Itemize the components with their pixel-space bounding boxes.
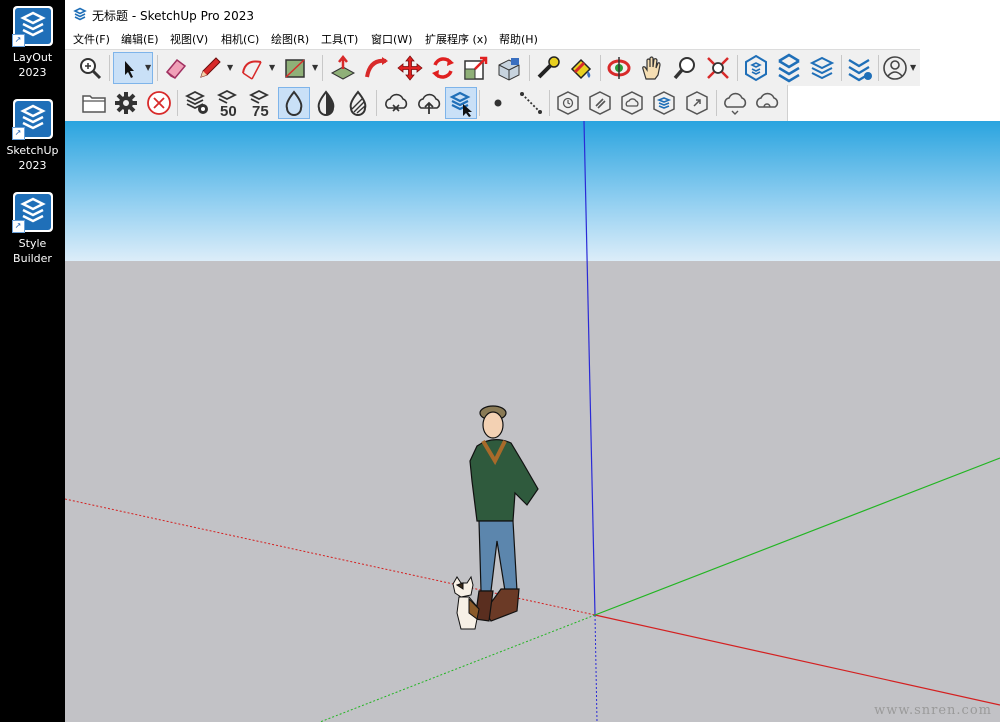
eraser-icon[interactable] bbox=[161, 53, 191, 83]
folder-open-icon[interactable] bbox=[79, 88, 109, 118]
main-toolbar: ▼ ▼ ▼ ▼ ▼ bbox=[65, 49, 920, 86]
menu-extensions[interactable]: 扩展程序 (x) bbox=[425, 31, 488, 47]
toolbar-separator bbox=[878, 55, 879, 81]
secondary-toolbar: 50 75 bbox=[65, 85, 788, 122]
desktop-icon-layout[interactable]: ↗ LayOut 2023 bbox=[0, 4, 65, 80]
opacity-50-icon[interactable]: 50 bbox=[214, 88, 244, 120]
box-cloud-icon[interactable] bbox=[617, 88, 647, 118]
menu-file[interactable]: 文件(F) bbox=[73, 31, 110, 47]
box-export-icon[interactable] bbox=[682, 88, 712, 118]
desktop-icon-sketchup[interactable]: ↗ SketchUp 2023 bbox=[0, 97, 65, 173]
pencil-dropdown-icon[interactable]: ▼ bbox=[227, 63, 234, 72]
toolbar-separator bbox=[549, 90, 550, 116]
sketchup-window: 无标题 - SketchUp Pro 2023 文件(F) 编辑(E) 视图(V… bbox=[65, 0, 1000, 722]
toolbar-separator bbox=[716, 90, 717, 116]
zoom-icon[interactable] bbox=[670, 53, 700, 83]
warehouse-icon[interactable] bbox=[741, 53, 771, 83]
3d-viewport[interactable]: www.snren.com bbox=[65, 121, 1000, 722]
opacity-50-label: 50 bbox=[220, 103, 237, 118]
sketchup-app-icon: ↗ bbox=[11, 97, 55, 141]
arc-dropdown-icon[interactable]: ▼ bbox=[269, 63, 276, 72]
menu-camera[interactable]: 相机(C) bbox=[221, 31, 259, 47]
push-pull-icon[interactable] bbox=[328, 53, 358, 83]
window-title: 无标题 - SketchUp Pro 2023 bbox=[92, 9, 254, 23]
desktop-icon-label: Style Builder bbox=[13, 237, 52, 265]
style-builder-app-icon: ↗ bbox=[11, 190, 55, 234]
rotate-icon[interactable] bbox=[428, 53, 458, 83]
box-history-icon[interactable] bbox=[553, 88, 583, 118]
follow-me-icon[interactable] bbox=[362, 53, 392, 83]
zoom-extents-icon[interactable] bbox=[75, 53, 105, 83]
desktop-icon-label-line2: 2023 bbox=[18, 159, 47, 172]
menu-edit[interactable]: 编辑(E) bbox=[121, 31, 159, 47]
menu-help[interactable]: 帮助(H) bbox=[499, 31, 538, 47]
scene-canvas bbox=[65, 121, 1000, 722]
cancel-circle-icon[interactable] bbox=[144, 88, 174, 118]
cloud-upload-icon[interactable] bbox=[414, 88, 444, 118]
pencil-icon[interactable] bbox=[195, 53, 225, 83]
account-icon[interactable] bbox=[880, 53, 910, 83]
box-sketchup-icon[interactable] bbox=[649, 88, 679, 118]
menu-window[interactable]: 窗口(W) bbox=[371, 31, 412, 47]
account-dropdown-icon[interactable]: ▼ bbox=[910, 63, 917, 72]
cloud-sync-icon[interactable] bbox=[720, 88, 750, 118]
toolbar-separator bbox=[157, 55, 158, 81]
drop-outline-icon[interactable] bbox=[278, 87, 310, 119]
paint-bucket-icon[interactable] bbox=[566, 53, 596, 83]
menu-draw[interactable]: 绘图(R) bbox=[271, 31, 309, 47]
desktop-area: ↗ LayOut 2023 ↗ SketchUp 2023 ↗ Style Bu… bbox=[0, 0, 65, 722]
gear-icon[interactable] bbox=[111, 88, 141, 118]
toolbar-separator bbox=[109, 55, 110, 81]
desktop-icon-style-builder[interactable]: ↗ Style Builder bbox=[0, 190, 65, 266]
box-tag-icon[interactable] bbox=[585, 88, 615, 118]
layout-app-icon: ↗ bbox=[11, 4, 55, 48]
arc-icon[interactable] bbox=[237, 53, 267, 83]
rectangle-icon[interactable] bbox=[280, 53, 310, 83]
striped-drop-icon[interactable] bbox=[343, 88, 373, 118]
extension-manager-icon[interactable] bbox=[845, 53, 875, 83]
toolbar-separator bbox=[600, 55, 601, 81]
zoom-window-icon[interactable] bbox=[703, 53, 733, 83]
point-icon[interactable] bbox=[483, 88, 513, 118]
cloud-delete-icon[interactable] bbox=[381, 88, 411, 118]
menu-tools[interactable]: 工具(T) bbox=[321, 31, 358, 47]
toolbar-separator bbox=[177, 90, 178, 116]
tape-measure-icon[interactable] bbox=[533, 53, 563, 83]
offset-icon[interactable] bbox=[494, 53, 524, 83]
title-bar[interactable]: 无标题 - SketchUp Pro 2023 bbox=[65, 0, 1000, 28]
scale-icon[interactable] bbox=[461, 53, 491, 83]
dotted-line-icon[interactable] bbox=[516, 88, 546, 118]
opacity-75-label: 75 bbox=[252, 103, 269, 118]
menu-view[interactable]: 视图(V) bbox=[170, 31, 208, 47]
orbit-icon[interactable] bbox=[604, 53, 634, 83]
move-icon[interactable] bbox=[395, 53, 425, 83]
half-drop-icon[interactable] bbox=[311, 88, 341, 118]
sketchup-logo-icon bbox=[72, 6, 88, 22]
sky bbox=[65, 121, 1000, 261]
opacity-75-icon[interactable]: 75 bbox=[246, 88, 276, 120]
send-to-layout-icon[interactable] bbox=[807, 53, 837, 83]
select-icon[interactable]: ▼ bbox=[113, 52, 153, 84]
extension-warehouse-icon[interactable] bbox=[774, 53, 804, 83]
layers-visibility-icon[interactable] bbox=[182, 88, 212, 118]
desktop-icon-label: LayOut 2023 bbox=[12, 51, 53, 79]
rectangle-dropdown-icon[interactable]: ▼ bbox=[312, 63, 319, 72]
menu-bar: 文件(F) 编辑(E) 视图(V) 相机(C) 绘图(R) 工具(T) 窗口(W… bbox=[65, 28, 1000, 48]
toolbar-separator bbox=[737, 55, 738, 81]
toolbar-separator bbox=[479, 90, 480, 116]
desktop-icon-label-line1: SketchUp bbox=[6, 144, 59, 157]
model-info-cursor-icon[interactable] bbox=[445, 87, 477, 119]
toolbar-separator bbox=[322, 55, 323, 81]
watermark: www.snren.com bbox=[874, 703, 992, 718]
pan-icon[interactable] bbox=[637, 53, 667, 83]
toolbar-separator bbox=[529, 55, 530, 81]
toolbar-separator bbox=[841, 55, 842, 81]
toolbar-separator bbox=[376, 90, 377, 116]
cloud-refresh-icon[interactable] bbox=[752, 88, 782, 118]
